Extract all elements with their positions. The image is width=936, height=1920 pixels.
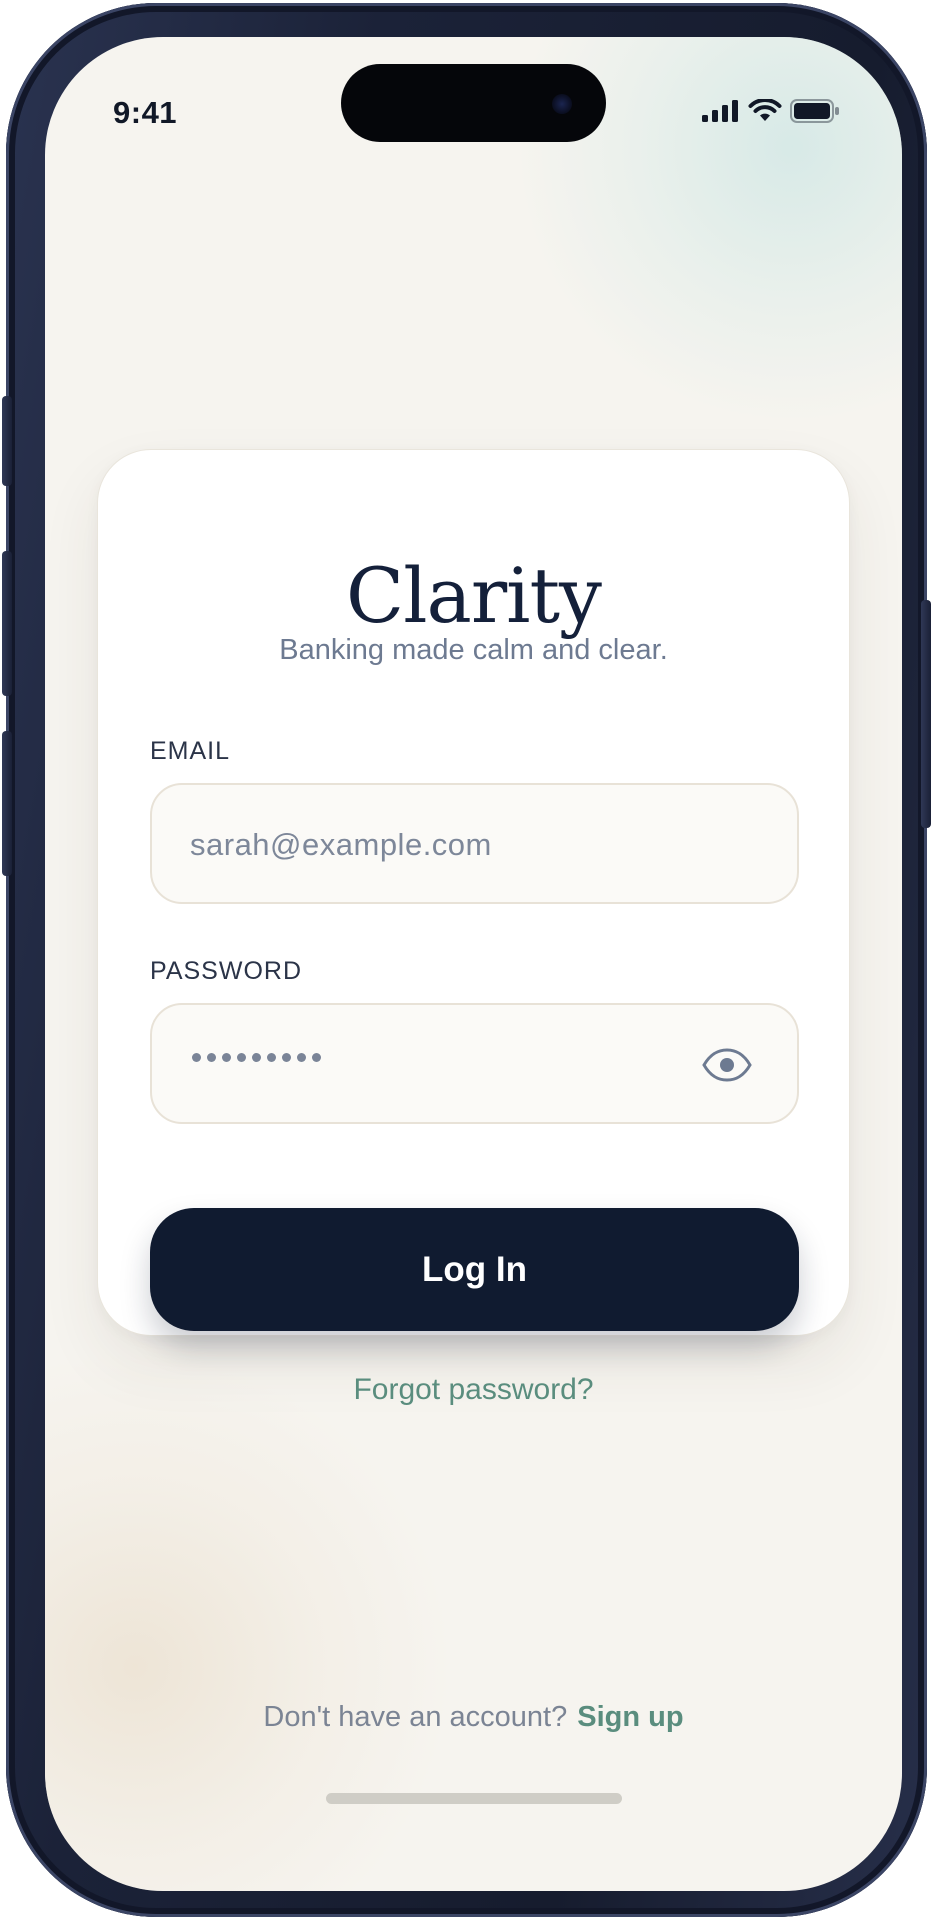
power-button <box>921 600 931 828</box>
password-dot <box>297 1053 306 1062</box>
password-dot <box>222 1053 231 1062</box>
password-dot <box>312 1053 321 1062</box>
wifi-icon <box>748 99 782 121</box>
eye-icon[interactable] <box>701 1048 753 1082</box>
volume-up-button <box>2 551 12 696</box>
no-account-text: Don't have an account? <box>263 1701 568 1733</box>
password-field[interactable] <box>150 1003 799 1124</box>
cellular-signal-icon <box>702 100 738 122</box>
password-dot <box>282 1053 291 1062</box>
background-glow-bottom <box>45 1347 455 1891</box>
volume-down-button <box>2 731 12 876</box>
status-time: 9:41 <box>113 95 178 130</box>
password-dot <box>267 1053 276 1062</box>
signup-prompt: Don't have an account? Sign up <box>45 1701 902 1734</box>
password-dot <box>237 1053 246 1062</box>
login-button[interactable]: Log In <box>150 1208 799 1331</box>
password-mask <box>192 1053 321 1062</box>
sign-up-link[interactable]: Sign up <box>577 1701 683 1733</box>
email-field[interactable]: sarah@example.com <box>150 783 799 904</box>
home-indicator[interactable] <box>326 1793 622 1804</box>
email-label: EMAIL <box>150 737 231 765</box>
password-dot <box>252 1053 261 1062</box>
status-icons <box>702 99 840 123</box>
app-logo-title: Clarity <box>346 551 602 640</box>
password-label: PASSWORD <box>150 957 302 985</box>
login-card: Clarity Banking made calm and clear. EMA… <box>97 449 850 1336</box>
front-camera-icon <box>552 94 572 114</box>
battery-icon <box>790 99 839 123</box>
password-dot <box>192 1053 201 1062</box>
password-dot <box>207 1053 216 1062</box>
dynamic-island <box>341 64 606 142</box>
forgot-password-link[interactable]: Forgot password? <box>45 1373 902 1407</box>
email-placeholder: sarah@example.com <box>190 827 492 862</box>
app-tagline: Banking made calm and clear. <box>279 634 668 666</box>
screen: 9:41 Clarity Banking made calm and clear… <box>45 37 902 1891</box>
phone-frame: 9:41 Clarity Banking made calm and clear… <box>2 3 931 1917</box>
action-button <box>2 396 12 486</box>
